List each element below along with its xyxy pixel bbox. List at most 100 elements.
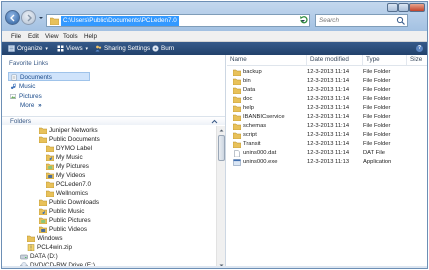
search-box[interactable]: [315, 14, 408, 27]
burn-disc-icon: [152, 45, 159, 52]
navigation-pane: Favorite Links Documents Music Pictures Mo…: [2, 55, 226, 268]
folder-tree-item[interactable]: Juniper Networks: [39, 126, 98, 135]
more-links-button[interactable]: More »: [20, 102, 42, 109]
documents-icon: [11, 74, 17, 81]
file-name-text: unins000.dat: [243, 150, 277, 156]
folder-tree-item[interactable]: Public Documents: [39, 135, 100, 144]
scrollbar-thumb[interactable]: [218, 135, 225, 161]
maximize-button[interactable]: [398, 3, 409, 12]
folder-tree-item[interactable]: Public Pictures: [39, 216, 91, 225]
column-type-label: Type: [366, 56, 380, 63]
file-name-text: help: [243, 105, 254, 111]
folder-icon: [233, 114, 241, 121]
burn-button[interactable]: Burn: [152, 44, 174, 53]
sharing-settings-button[interactable]: Sharing Settings: [95, 44, 150, 53]
dat-file-icon: [234, 150, 240, 157]
folder-tree-item[interactable]: My Music: [46, 153, 83, 162]
folder-tree-item[interactable]: DYMO Label: [46, 144, 92, 153]
favorite-link-pictures[interactable]: Pictures: [8, 92, 90, 101]
chevron-up-icon[interactable]: [211, 119, 218, 124]
folders-header[interactable]: Folders: [2, 116, 225, 125]
file-row[interactable]: bin 12-3-2013 11:14 File Folder: [227, 77, 427, 86]
menu-bar: File Edit View Tools Help: [2, 31, 427, 42]
minimize-button[interactable]: [387, 3, 398, 12]
file-row[interactable]: schemas 12-3-2013 11:14 File Folder: [227, 122, 427, 131]
back-button[interactable]: [5, 10, 20, 25]
recent-pages-dropdown-icon[interactable]: [38, 15, 44, 21]
folder-icon: [233, 78, 241, 85]
file-name-text: Data: [243, 87, 256, 93]
folder-tree-item[interactable]: Public Music: [39, 207, 84, 216]
menu-tools[interactable]: Tools: [63, 33, 78, 40]
file-name: backup: [233, 68, 262, 77]
address-path-text[interactable]: C:\Users\Public\Documents\PCLeden7.0: [61, 16, 179, 26]
file-name-text: script: [243, 132, 257, 138]
refresh-icon[interactable]: [299, 15, 309, 25]
folder-tree-item[interactable]: My Pictures: [46, 162, 89, 171]
folder-tree-item[interactable]: My Videos: [46, 171, 85, 180]
close-button[interactable]: [409, 3, 425, 12]
organize-button[interactable]: Organize ▾: [8, 44, 48, 53]
folder-tree-label: Public Documents: [49, 136, 100, 143]
folder-icon: [46, 181, 54, 188]
folder-tree-label: Public Videos: [49, 226, 88, 233]
folder-tree-label: Public Pictures: [49, 217, 91, 224]
search-input[interactable]: [316, 15, 394, 26]
file-row[interactable]: Data 12-3-2013 11:14 File Folder: [227, 86, 427, 95]
menu-file[interactable]: File: [11, 33, 21, 40]
scroll-up-icon[interactable]: [218, 127, 225, 134]
file-type: Application: [363, 159, 392, 165]
folder-tree-item[interactable]: Windows: [27, 234, 63, 243]
file-row[interactable]: Transit 12-3-2013 11:14 File Folder: [227, 140, 427, 149]
folder-icon: [39, 127, 47, 134]
videos-folder-icon: [39, 226, 47, 233]
views-icon: [57, 45, 64, 52]
zip-icon: [27, 244, 35, 251]
folder-tree-item[interactable]: PCLeden7.0: [46, 180, 91, 189]
column-header-date[interactable]: Date modified: [307, 55, 363, 65]
forward-arrow-icon: [27, 14, 32, 22]
folder-icon: [50, 17, 59, 25]
favorite-links-heading: Favorite Links: [9, 60, 49, 67]
folder-icon: [233, 105, 241, 112]
folder-tree-label: DYMO Label: [56, 145, 93, 152]
file-name: script: [233, 131, 257, 140]
file-row[interactable]: help 12-3-2013 11:14 File Folder: [227, 104, 427, 113]
column-header-type[interactable]: Type: [363, 55, 407, 65]
back-arrow-icon: [10, 14, 15, 22]
favorite-link-documents[interactable]: Documents: [8, 72, 90, 81]
file-row[interactable]: IBANBICservice 12-3-2013 11:14 File Folder: [227, 113, 427, 122]
file-row[interactable]: script 12-3-2013 11:14 File Folder: [227, 131, 427, 140]
videos-folder-icon: [46, 172, 54, 179]
file-row[interactable]: doc 12-3-2013 11:14 File Folder: [227, 95, 427, 104]
folder-tree-item[interactable]: Wellnomics: [46, 189, 88, 198]
file-row[interactable]: backup 12-3-2013 11:14 File Folder: [227, 68, 427, 77]
folder-tree-item[interactable]: DATA (D:): [20, 252, 58, 261]
folder-tree-item[interactable]: Public Videos: [39, 225, 87, 234]
column-header-name[interactable]: Name: [227, 55, 307, 65]
search-icon[interactable]: [396, 16, 405, 25]
views-button[interactable]: Views ▾: [57, 44, 88, 53]
folder-icon: [46, 190, 54, 197]
more-chevron-icon: »: [38, 102, 42, 109]
file-type: File Folder: [363, 114, 391, 120]
window-controls: [387, 3, 425, 12]
file-row[interactable]: unins000.exe 12-3-2013 11:13 Application: [227, 158, 427, 167]
file-name-text: schemas: [243, 123, 267, 129]
help-icon[interactable]: ?: [416, 45, 423, 52]
folder-tree-item[interactable]: Public Downloads: [39, 198, 99, 207]
file-date-modified: 12-3-2013 11:14: [307, 132, 350, 138]
file-date-modified: 12-3-2013 11:14: [307, 105, 350, 111]
menu-view[interactable]: View: [45, 33, 59, 40]
folder-tree-scrollbar[interactable]: [216, 126, 225, 268]
menu-help[interactable]: Help: [84, 33, 97, 40]
file-row[interactable]: unins000.dat 12-3-2013 11:14 DAT File: [227, 149, 427, 158]
column-header-size[interactable]: Size: [407, 55, 427, 65]
file-type: File Folder: [363, 87, 391, 93]
address-field[interactable]: C:\Users\Public\Documents\PCLeden7.0: [46, 14, 310, 27]
menu-edit[interactable]: Edit: [28, 33, 39, 40]
forward-button[interactable]: [21, 10, 36, 25]
favorite-link-music[interactable]: Music: [8, 82, 90, 91]
folder-tree-label: DATA (D:): [30, 253, 58, 260]
folder-tree-item[interactable]: PCL4win.zip: [27, 243, 72, 252]
